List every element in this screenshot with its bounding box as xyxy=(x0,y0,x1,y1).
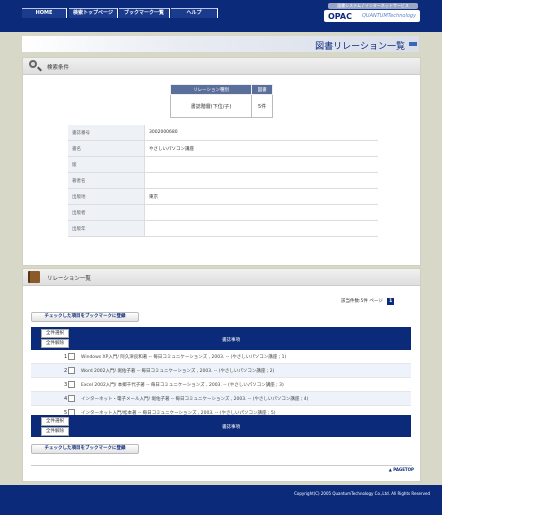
bib-value xyxy=(144,172,378,189)
bib-value xyxy=(144,220,378,237)
relation-type-value: 書誌階層(下位/子) xyxy=(169,94,253,118)
title-marker xyxy=(409,42,417,46)
page-title-band: 図書リレーション一覧 xyxy=(22,36,419,52)
bib-value xyxy=(144,204,378,221)
book-icon xyxy=(28,271,40,283)
hit-count: 該当件数:5件 ページ 1 xyxy=(341,298,395,305)
bib-key: 出版者 xyxy=(68,204,145,221)
row-title-link[interactable]: インターネット・電子メール入門/ 堀佑子著 -- 毎日コミュニケーションズ , … xyxy=(81,396,308,402)
divider xyxy=(31,465,412,466)
relation-type-header: リレーション種別 xyxy=(169,84,253,95)
column-header: 書誌事項 xyxy=(222,425,240,430)
relation-list-header: リレーション一覧 xyxy=(23,269,420,286)
row-title-link[interactable]: Word 2002入門/ 堀佑子著 -- 毎日コミュニケーションズ , 2003… xyxy=(81,368,274,374)
row-checkbox[interactable] xyxy=(68,367,75,374)
row-title-link[interactable]: Excel 2002入門/ 本郷千代子著 -- 毎日コミュニケーションズ , 2… xyxy=(81,382,284,388)
column-header: 書誌事項 xyxy=(222,338,240,343)
tab-help[interactable]: ヘルプ xyxy=(171,8,218,18)
row-checkbox[interactable] xyxy=(68,353,75,360)
pagetop-link[interactable]: PAGETOP xyxy=(389,467,414,472)
book-count-header: 図書 xyxy=(251,84,273,95)
list-item: 3 Excel 2002入門/ 本郷千代子著 -- 毎日コミュニケーションズ ,… xyxy=(31,378,411,392)
bibliographic-details-table: 書誌番号 3002000680 書名 やさしいパソコン講座 版 著者名 出版地 東京 … xyxy=(68,125,378,237)
deselect-all-button[interactable]: 全件解除 xyxy=(41,427,69,436)
book-count-value: 5件 xyxy=(251,94,273,118)
brand-logo: OPAC QUANTUMTechnology xyxy=(324,10,420,22)
bib-value: やさしいパソコン講座 xyxy=(144,140,378,157)
list-header-bar: 全件選択 全件解除 書誌事項 xyxy=(31,327,411,350)
bookmark-selected-button[interactable]: チェックした項目をブックマークに登録 xyxy=(31,444,139,454)
relation-list-panel: リレーション一覧 該当件数:5件 ページ 1 チェックした項目をブックマークに登… xyxy=(22,268,421,482)
vendor-logo: QUANTUMTechnology xyxy=(362,13,417,19)
magnifier-icon xyxy=(29,60,37,68)
row-number: 4 xyxy=(64,396,68,402)
tab-home[interactable]: HOME xyxy=(22,8,67,18)
tab-bookmarks[interactable]: ブックマーク一覧 xyxy=(119,8,170,18)
bib-value: 3002000680 xyxy=(144,125,378,141)
list-item: 1 Windows XP入門/ 阿久津良和著 -- 毎日コミュニケーションズ ,… xyxy=(31,350,411,364)
list-item: 2 Word 2002入門/ 堀佑子著 -- 毎日コミュニケーションズ , 20… xyxy=(31,364,411,378)
row-number: 2 xyxy=(64,368,68,374)
bookmark-selected-button[interactable]: チェックした項目をブックマークに登録 xyxy=(31,312,139,322)
bib-key: 書名 xyxy=(68,140,145,157)
page-label: ページ xyxy=(369,299,383,304)
bib-key: 出版地 xyxy=(68,188,145,205)
page-title: 図書リレーション一覧 xyxy=(315,42,405,52)
bib-value: 東京 xyxy=(144,188,378,205)
relation-list: 1 Windows XP入門/ 阿久津良和著 -- 毎日コミュニケーションズ ,… xyxy=(31,350,411,420)
row-checkbox[interactable] xyxy=(68,395,75,402)
deselect-all-button[interactable]: 全件解除 xyxy=(41,339,69,348)
bib-key: 書誌番号 xyxy=(68,125,145,141)
select-all-button[interactable]: 全件選択 xyxy=(41,417,69,426)
page-frame: HOME 検索トップページ ブックマーク一覧 ヘルプ 図書システム / インター… xyxy=(0,0,442,515)
bib-key: 出版年 xyxy=(68,220,145,237)
tab-search-top[interactable]: 検索トップページ xyxy=(69,8,118,18)
row-number: 3 xyxy=(64,382,68,388)
relation-list-title: リレーション一覧 xyxy=(47,276,91,282)
search-conditions-header: 検索条件 xyxy=(23,58,420,75)
footer: Copyright(C) 2005 QuantumTechnology Co.,… xyxy=(0,485,442,515)
row-checkbox[interactable] xyxy=(68,381,75,388)
relation-type-table: リレーション種別 図書 書誌階層(下位/子) 5件 xyxy=(169,84,273,118)
hit-count-label: 該当件数:5件 xyxy=(341,299,368,304)
list-footer-bar: 全件選択 全件解除 書誌事項 xyxy=(31,415,411,437)
bib-value xyxy=(144,156,378,173)
list-item: 4 インターネット・電子メール入門/ 堀佑子著 -- 毎日コミュニケーションズ … xyxy=(31,392,411,406)
page-number-button[interactable]: 1 xyxy=(387,298,395,305)
bib-key: 版 xyxy=(68,156,145,173)
copyright-text: Copyright(C) 2005 QuantumTechnology Co.,… xyxy=(294,491,430,496)
select-all-button[interactable]: 全件選択 xyxy=(41,329,69,338)
row-number: 1 xyxy=(64,354,68,360)
bib-key: 著者名 xyxy=(68,172,145,189)
row-title-link[interactable]: Windows XP入門/ 阿久津良和著 -- 毎日コミュニケーションズ , 2… xyxy=(81,354,286,360)
search-conditions-panel: 検索条件 リレーション種別 図書 書誌階層(下位/子) 5件 書誌番号 30020… xyxy=(22,57,421,266)
opac-logo: OPAC xyxy=(328,12,352,21)
brand-subtitle: 図書システム / インターネットサービス xyxy=(328,3,418,9)
top-navigation-bar: HOME 検索トップページ ブックマーク一覧 ヘルプ 図書システム / インター… xyxy=(0,0,442,32)
search-conditions-title: 検索条件 xyxy=(47,65,70,71)
